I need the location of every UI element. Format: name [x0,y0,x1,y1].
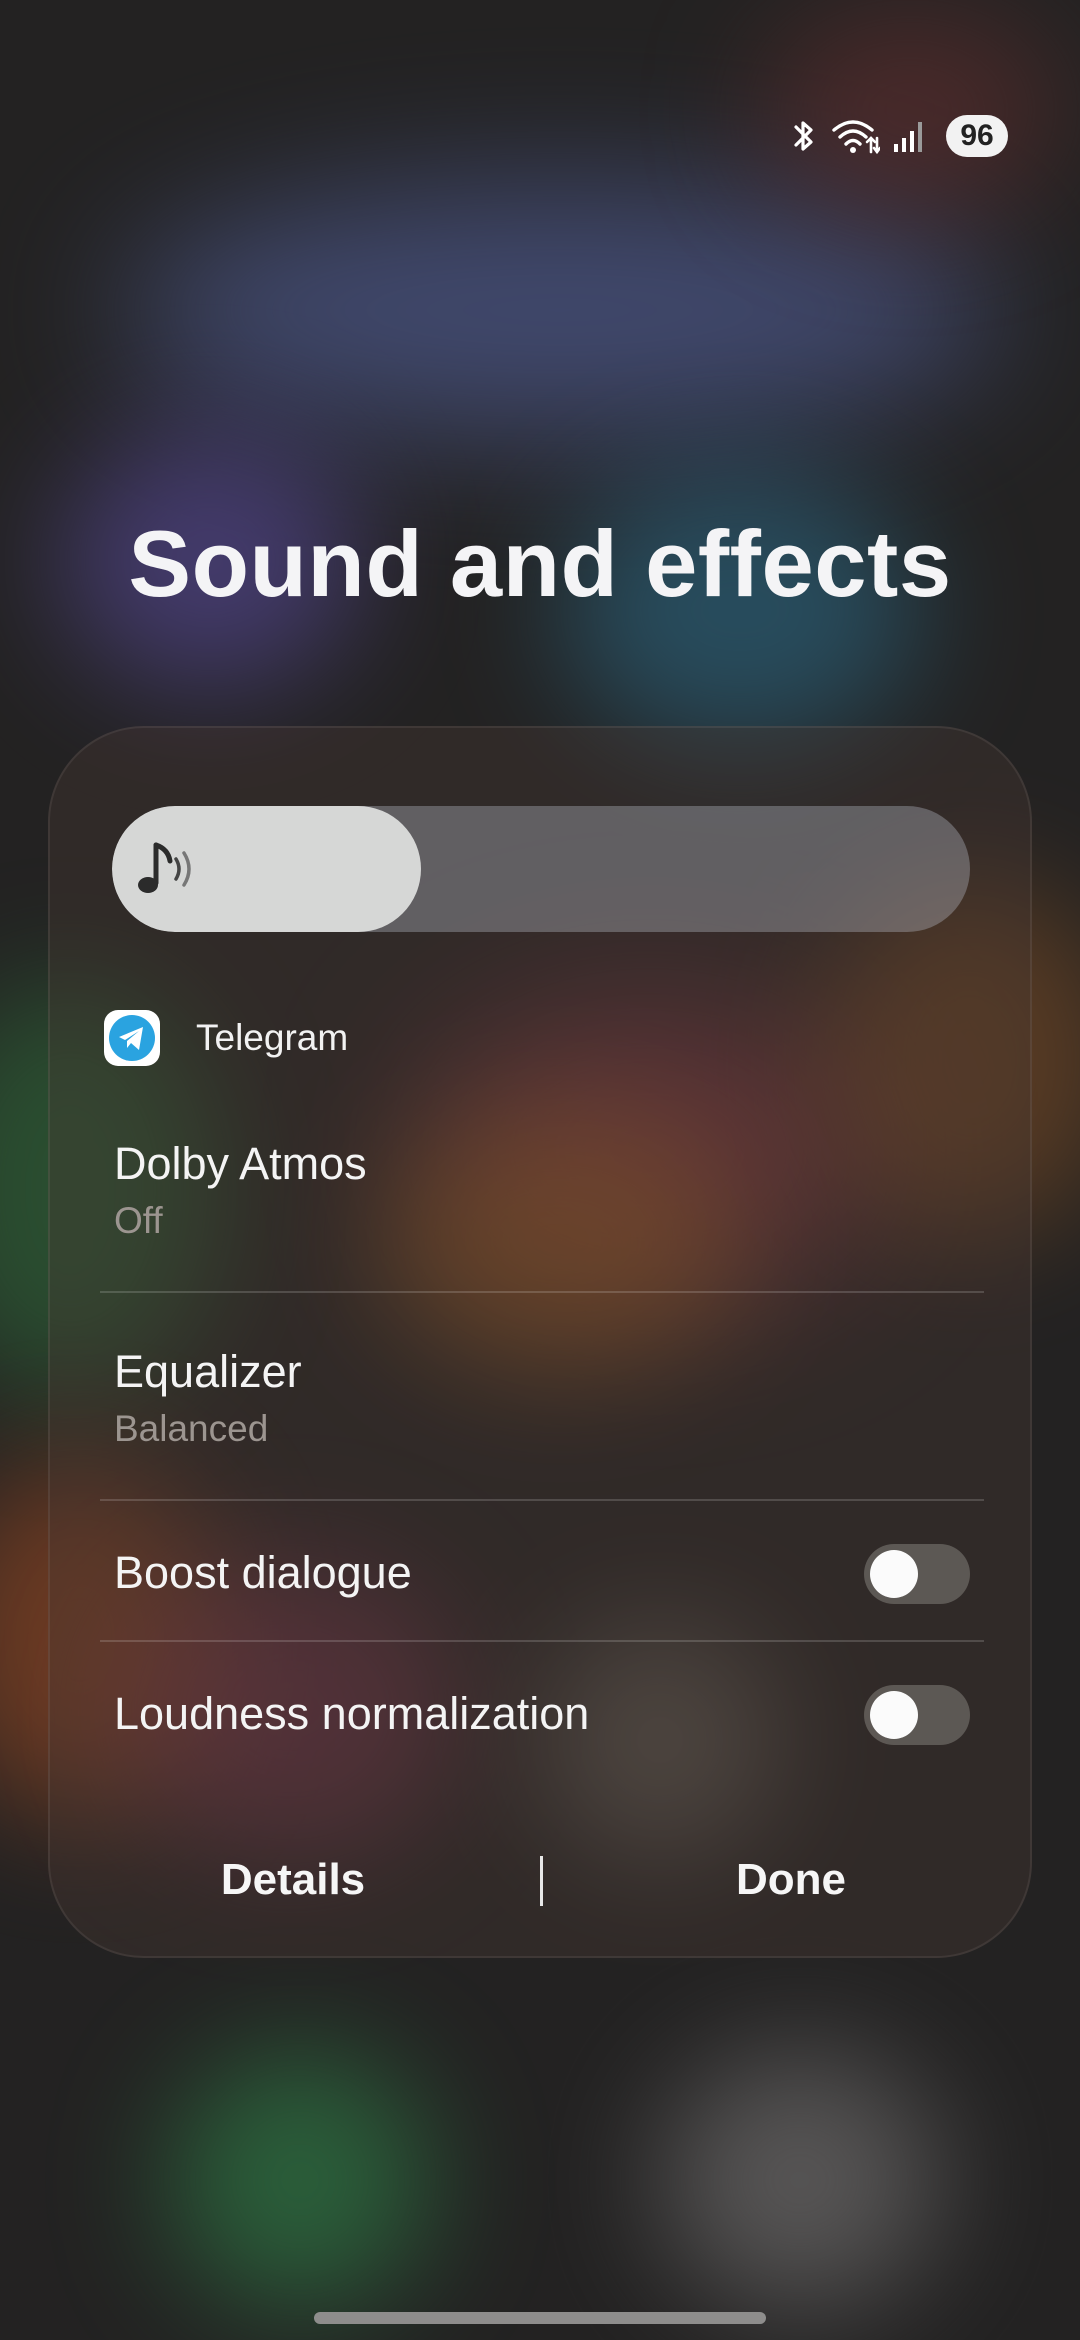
equalizer-row[interactable]: Equalizer Balanced [114,1336,970,1486]
telegram-icon [104,1010,160,1066]
equalizer-title: Equalizer [114,1346,302,1397]
app-name: Telegram [196,1017,349,1058]
boost-dialogue-row[interactable]: Boost dialogue [114,1512,970,1636]
signal-icon [894,122,922,152]
dolby-atmos-title: Dolby Atmos [114,1138,367,1189]
music-note-icon [138,842,191,893]
page-title: Sound and effects [128,511,952,616]
toggle-knob [870,1691,918,1739]
home-indicator[interactable] [314,2312,766,2324]
divider [100,1499,984,1501]
done-button[interactable]: Done [612,1850,970,1910]
wifi-icon [832,120,880,155]
loudness-normalization-row[interactable]: Loudness normalization [114,1654,970,1778]
divider [100,1640,984,1642]
battery-indicator: 96 [946,115,1008,157]
sound-panel: Telegram Dolby Atmos Off Equalizer Balan… [48,726,1032,1958]
loudness-normalization-title: Loudness normalization [114,1688,590,1739]
button-separator [540,1856,543,1906]
dolby-atmos-row[interactable]: Dolby Atmos Off [114,1128,970,1278]
boost-dialogue-toggle[interactable] [864,1544,970,1604]
app-row: Telegram [104,1008,348,1068]
toggle-knob [870,1550,918,1598]
status-bar: 96 [790,108,1008,164]
equalizer-value: Balanced [114,1408,269,1449]
loudness-normalization-toggle[interactable] [864,1685,970,1745]
volume-slider[interactable] [112,806,970,932]
boost-dialogue-title: Boost dialogue [114,1547,412,1598]
details-button[interactable]: Details [114,1850,472,1910]
bluetooth-icon [794,121,813,151]
divider [100,1291,984,1293]
dolby-atmos-value: Off [114,1200,163,1241]
